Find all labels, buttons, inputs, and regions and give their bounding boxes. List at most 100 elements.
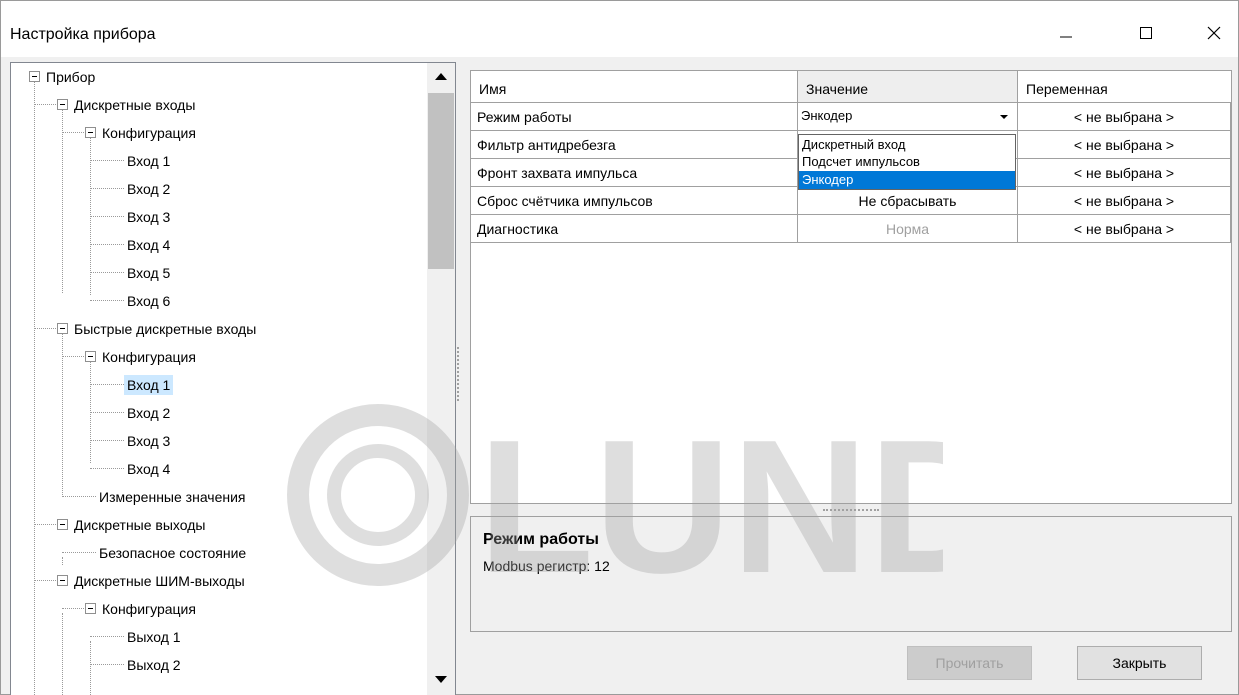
tree-item[interactable]: Дискретные ШИМ-выходы [71,570,248,592]
collapse-icon[interactable] [57,519,68,530]
tree-item-label: Выход 1 [127,629,181,645]
tree-line [90,384,124,385]
read-button[interactable]: Прочитать [907,646,1032,680]
tree-item[interactable]: Безопасное состояние [96,542,249,564]
table-row[interactable]: Режим работы Энкодер < не выбрана > [471,103,1231,131]
tree-item-label: Быстрые дискретные входы [74,321,257,337]
tree-line [62,132,84,133]
device-tree[interactable]: Прибор Дискретные входы Конфигурация Вхо… [10,62,456,695]
tree-item[interactable]: Вход 5 [124,262,173,284]
collapse-icon[interactable] [57,323,68,334]
tree-item[interactable]: Выход 2 [124,654,184,676]
tree-line [34,328,56,329]
mode-combobox[interactable]: Энкодер [798,103,1018,131]
close-button[interactable]: Закрыть [1077,646,1202,680]
tree-item-label: Вход 2 [127,181,171,197]
tree-line [34,580,56,581]
table-row[interactable]: Сброс счётчика импульсов Не сбрасывать <… [471,187,1231,215]
tree-line [62,333,63,495]
tree-item[interactable]: Выход 1 [124,626,184,648]
tree-item[interactable]: Прибор [43,66,98,88]
tree-item-label: Конфигурация [102,349,196,365]
tree-scrollbar[interactable] [427,63,455,695]
collapse-icon[interactable] [29,71,40,82]
tree-line [62,552,96,553]
vertical-splitter[interactable] [457,347,461,401]
tree-item-label: Дискретные ШИМ-выходы [74,573,245,589]
row-name: Сброс счётчика импульсов [471,187,798,215]
collapse-icon[interactable] [57,99,68,110]
tree-item-label: Измеренные значения [99,489,246,505]
collapse-icon[interactable] [85,603,96,614]
tree-item-label: Вход 4 [127,461,171,477]
maximize-icon [1140,27,1152,39]
tree-item-label: Вход 3 [127,209,171,225]
tree-item-label: Прибор [46,69,96,85]
collapse-icon[interactable] [57,575,68,586]
tree-line [90,160,124,161]
tree-item[interactable]: Вход 2 [124,178,173,200]
mode-dropdown-list[interactable]: Дискретный вход Подсчет импульсов Энкоде… [798,134,1016,190]
dropdown-option[interactable]: Подсчет импульсов [799,153,1015,171]
window-title: Настройка прибора [10,26,156,43]
close-icon [1207,26,1221,40]
tree-item[interactable]: Дискретные входы [71,94,198,116]
tree-line [90,664,124,665]
tree-item[interactable]: Вход 4 [124,234,173,256]
column-header-name[interactable]: Имя [471,71,798,103]
tree-item-label: Дискретные входы [74,97,196,113]
tree-item-label: Вход 6 [127,293,171,309]
tree-line [90,412,124,413]
tree-item-label: Вход 2 [127,405,171,421]
row-variable[interactable]: < не выбрана > [1018,159,1231,187]
tree-item[interactable]: Вход 3 [124,206,173,228]
collapse-icon[interactable] [85,127,96,138]
scroll-thumb[interactable] [428,93,454,269]
collapse-icon[interactable] [85,351,96,362]
tree-item[interactable]: Быстрые дискретные входы [71,318,259,340]
tree-item[interactable]: Дискретные выходы [71,514,208,536]
maximize-button[interactable] [1123,15,1169,51]
tree-line [90,440,124,441]
scroll-down-icon[interactable] [435,676,447,683]
row-name: Фронт захвата импульса [471,159,798,187]
tree-line [62,608,84,609]
tree-item[interactable]: Конфигурация [99,346,199,368]
tree-item[interactable]: Конфигурация [99,598,199,620]
tree-item-label: Вход 4 [127,237,171,253]
tree-item-label: Конфигурация [102,601,196,617]
table-row[interactable]: Диагностика Норма < не выбрана > [471,215,1231,243]
dropdown-option[interactable]: Дискретный вход [799,136,1015,154]
tree-line [90,272,124,273]
horizontal-splitter[interactable] [823,509,879,512]
combo-value: Энкодер [801,108,853,123]
row-variable[interactable]: < не выбрана > [1018,215,1231,243]
minimize-button[interactable] [1043,15,1089,51]
tree-item[interactable]: Вход 2 [124,402,173,424]
scroll-up-icon[interactable] [435,73,447,80]
tree-item-label: Вход 5 [127,265,171,281]
tree-item[interactable]: Вход 4 [124,458,173,480]
chevron-down-icon[interactable] [1000,115,1008,119]
row-variable[interactable]: < не выбрана > [1018,103,1231,131]
tree-item[interactable]: Вход 3 [124,430,173,452]
tree-item[interactable]: Вход 1 [124,150,173,172]
row-variable[interactable]: < не выбрана > [1018,131,1231,159]
tree-line [62,613,63,695]
tree-item[interactable]: Вход 6 [124,290,173,312]
dropdown-option-selected[interactable]: Энкодер [799,171,1015,189]
column-header-value[interactable]: Значение [798,71,1018,103]
close-window-button[interactable] [1191,15,1237,51]
tree-item-selected[interactable]: Вход 1 [124,374,174,396]
tree-item-label: Конфигурация [102,125,196,141]
tree-line [62,356,84,357]
tree-line [90,641,91,695]
description-text: Modbus регистр: 12 [483,558,610,574]
tree-item-label: Вход 1 [127,153,171,169]
tree-item[interactable]: Измеренные значения [96,486,249,508]
column-header-variable[interactable]: Переменная [1018,71,1231,103]
row-value[interactable]: Не сбрасывать [798,187,1018,215]
tree-item[interactable]: Конфигурация [99,122,199,144]
minimize-icon [1060,36,1072,38]
row-variable[interactable]: < не выбрана > [1018,187,1231,215]
